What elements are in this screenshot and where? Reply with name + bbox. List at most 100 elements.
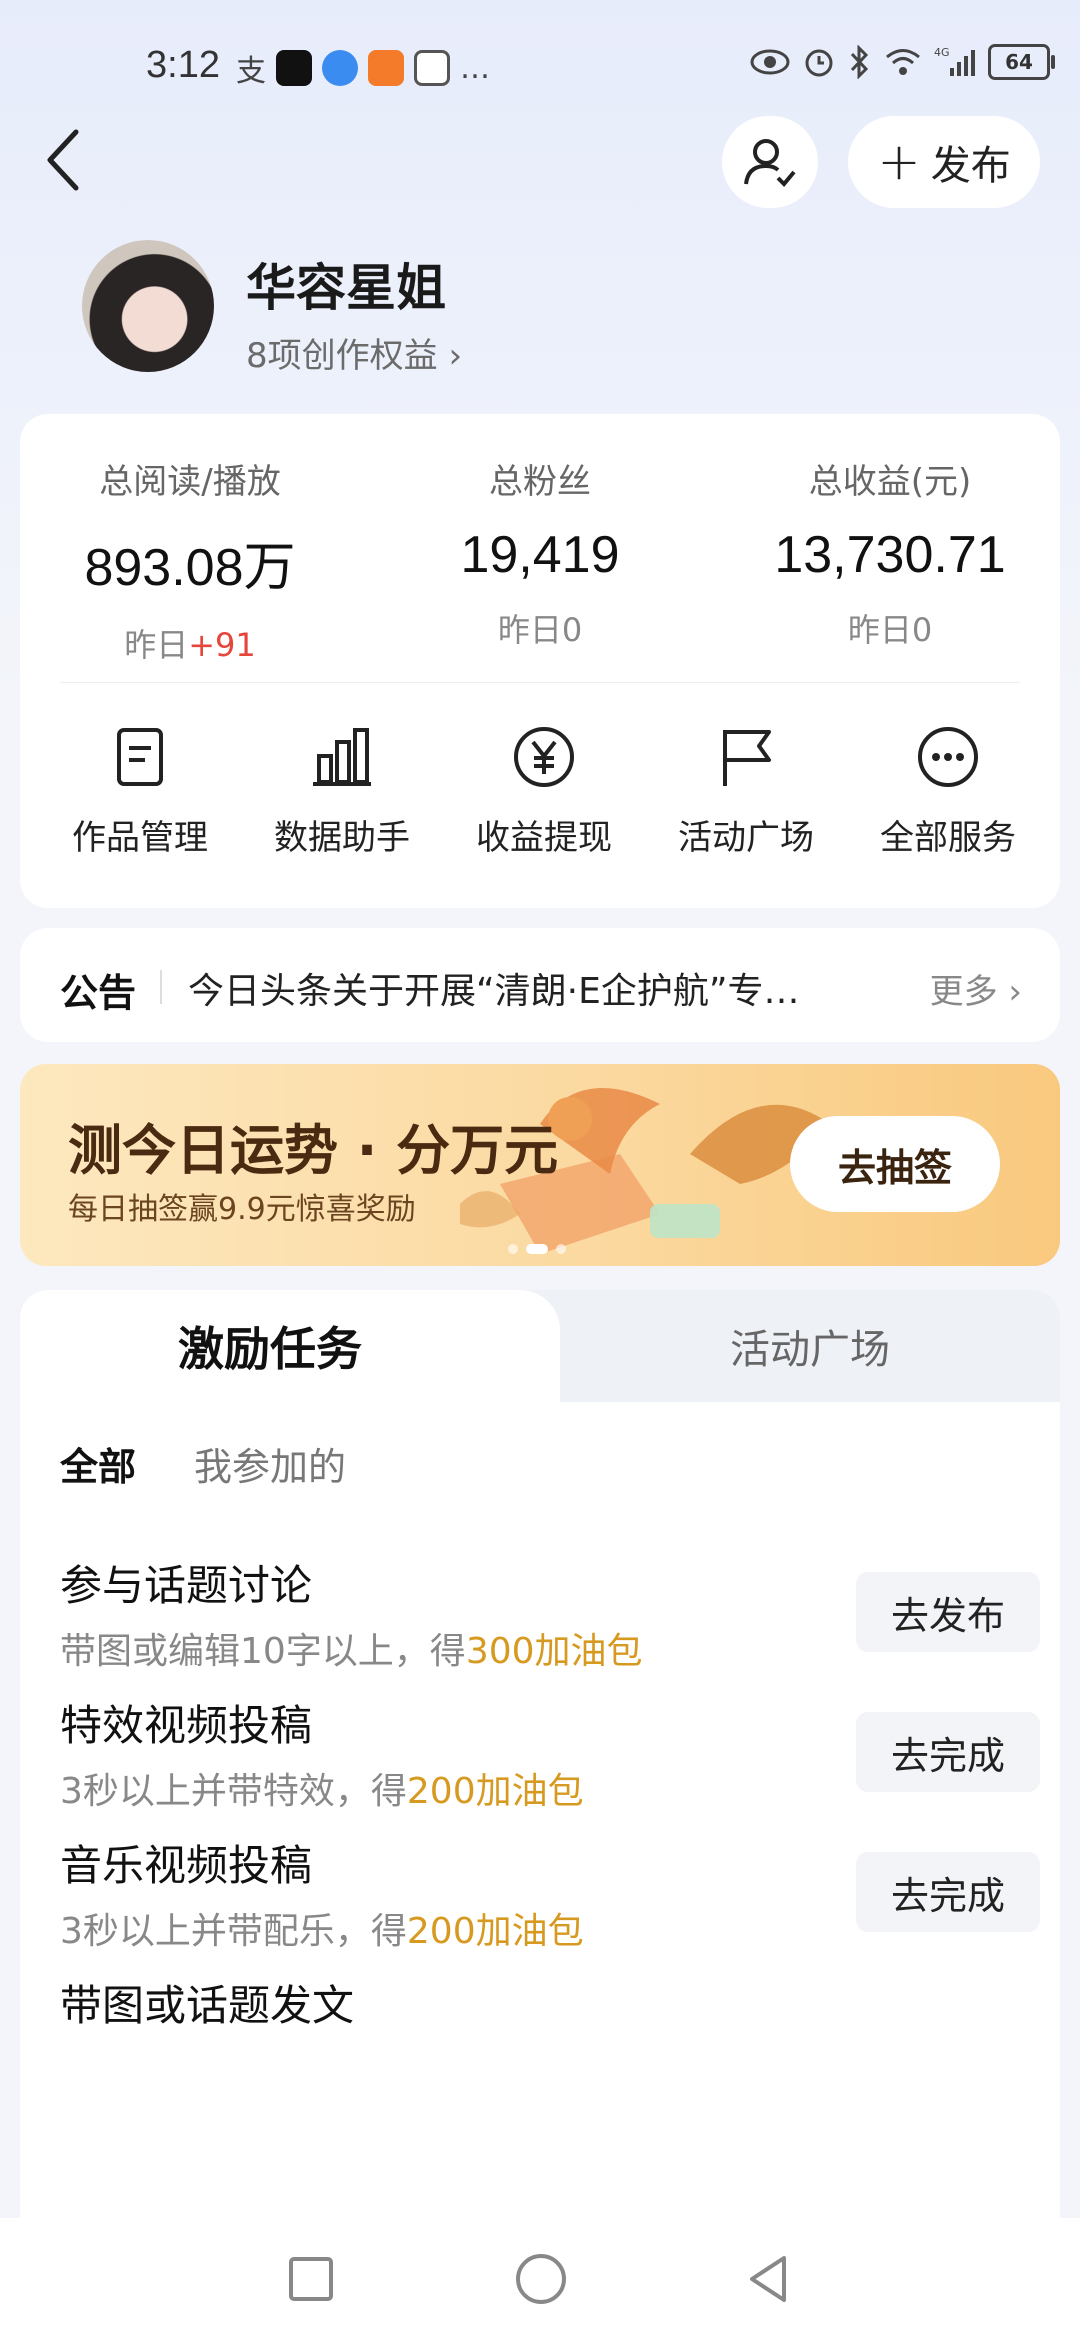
service-label: 数据助手 (274, 818, 410, 858)
hand-icon (414, 50, 450, 86)
alarm-icon (805, 49, 833, 77)
service-works-management[interactable]: 作品管理 (40, 722, 240, 859)
square-icon (289, 2257, 333, 2301)
signal-icon: 4G (934, 46, 975, 76)
service-income-withdraw[interactable]: 收益提现 (444, 722, 644, 859)
banner-title: 测今日运势 · 分万元 (68, 1119, 559, 1182)
service-all-services[interactable]: 全部服务 (848, 722, 1048, 859)
task-desc: 3秒以上并带配乐，得200加油包 (60, 1902, 584, 1954)
task-title: 音乐视频投稿 (60, 1841, 313, 1890)
service-data-assistant[interactable]: 数据助手 (242, 722, 442, 859)
task-desc-text: 3秒以上并带配乐，得 (60, 1911, 407, 1952)
draw-lot-button[interactable]: 去抽签 (790, 1116, 1000, 1212)
stat-total-income[interactable]: 总收益(元) 13,730.71 昨日0 (720, 454, 1060, 651)
notice-bar[interactable]: 公告 今日头条关于开展“清朗·E企护航”专… 更多 › (20, 928, 1060, 1042)
creator-rights-link[interactable]: 8项创作权益 › (246, 328, 462, 377)
task-action-button[interactable]: 去完成 (856, 1852, 1040, 1932)
stat-total-reads[interactable]: 总阅读/播放 893.08万 昨日+91 (20, 454, 360, 666)
battery-indicator: 64 (988, 44, 1055, 80)
fortune-banner[interactable]: 测今日运势 · 分万元 每日抽签赢9.9元惊喜奖励 去抽签 (20, 1064, 1060, 1266)
back-nav-button[interactable] (734, 2244, 804, 2314)
browser-icon (322, 50, 358, 86)
task-action-button[interactable]: 去完成 (856, 1712, 1040, 1792)
task-item: 参与话题讨论 带图或编辑10字以上，得300加油包 去发布 (60, 1552, 1040, 1692)
carousel-dot (508, 1244, 518, 1254)
tab-activity-plaza[interactable]: 活动广场 (560, 1290, 1060, 1402)
eye-icon (750, 49, 790, 75)
service-activity-plaza[interactable]: 活动广场 (646, 722, 846, 859)
notice-tag: 公告 (60, 971, 137, 1015)
back-button[interactable] (36, 120, 96, 200)
divider (60, 682, 1020, 683)
service-label: 收益提现 (476, 818, 612, 858)
publish-button[interactable]: + 发布 (848, 116, 1040, 208)
carousel-indicator (508, 1244, 566, 1254)
bar-chart-icon (313, 728, 371, 786)
svg-text:4G: 4G (934, 46, 950, 59)
back-arrow-icon (47, 129, 79, 191)
alipay-icon: 支 (236, 54, 266, 89)
service-label: 全部服务 (880, 818, 1016, 858)
filter-joined[interactable]: 我参加的 (194, 1436, 346, 1491)
stat-yesterday-prefix: 昨日 (124, 626, 189, 664)
task-desc-text: 带图或编辑10字以上，得 (60, 1631, 466, 1672)
notice-more-link[interactable]: 更多 › (930, 964, 1022, 1013)
avatar[interactable] (82, 240, 214, 372)
more-notifications-icon: … (460, 50, 490, 86)
stat-label: 总阅读/播放 (99, 462, 281, 502)
publish-label: 发布 (930, 143, 1011, 189)
user-settings-button[interactable] (722, 116, 818, 208)
task-item: 特效视频投稿 3秒以上并带特效，得200加油包 去完成 (60, 1692, 1040, 1832)
service-label: 作品管理 (72, 818, 208, 858)
stats-card: 总阅读/播放 893.08万 昨日+91 总粉丝 19,419 昨日0 总收益(… (20, 414, 1060, 908)
tab-incentive-tasks[interactable]: 激励任务 (20, 1290, 560, 1402)
stat-yesterday-value: 0 (561, 611, 583, 649)
stat-label: 总收益(元) (808, 462, 972, 502)
task-reward: 200加油包 (406, 1911, 584, 1952)
task-item: 音乐视频投稿 3秒以上并带配乐，得200加油包 去完成 (60, 1832, 1040, 1972)
bluetooth-icon (850, 45, 869, 79)
triangle-back-icon (750, 2256, 786, 2302)
status-system-icons: 4G 64 (750, 44, 1055, 80)
status-bar: 3:12 支 … 4G 64 (0, 36, 1080, 96)
yen-icon (514, 727, 574, 787)
stat-yesterday: 昨日0 (370, 605, 710, 651)
stat-yesterday-value: 0 (911, 611, 933, 649)
filter-all[interactable]: 全部 (60, 1436, 136, 1491)
service-label: 活动广场 (678, 818, 814, 858)
divider (160, 970, 162, 1004)
task-tabs: 激励任务 活动广场 (20, 1290, 1060, 1402)
task-desc-text: 3秒以上并带特效，得 (60, 1771, 407, 1812)
circle-icon (516, 2254, 566, 2304)
notice-text[interactable]: 今日头条关于开展“清朗·E企护航”专… (188, 962, 908, 1014)
stat-yesterday: 昨日0 (720, 605, 1060, 651)
flag-icon (723, 730, 771, 786)
more-icon (918, 727, 978, 787)
document-icon (117, 728, 163, 786)
task-reward: 200加油包 (406, 1771, 584, 1812)
stat-yesterday-value: +91 (188, 626, 256, 664)
carousel-dot (556, 1244, 566, 1254)
page: 3:12 支 … 4G 64 + 发布 华容星姐 8项创作权益 › 总阅读/播放… (0, 0, 1080, 2340)
stat-total-fans[interactable]: 总粉丝 19,419 昨日0 (370, 454, 710, 651)
task-desc: 带图或编辑10字以上，得300加油包 (60, 1622, 643, 1674)
stat-yesterday: 昨日+91 (20, 620, 360, 666)
task-action-button[interactable]: 去发布 (856, 1572, 1040, 1652)
carousel-dot-active (526, 1244, 548, 1254)
task-reward: 300加油包 (465, 1631, 643, 1672)
user-check-icon (744, 139, 796, 187)
stat-label: 总粉丝 (489, 462, 591, 502)
task-title: 参与话题讨论 (60, 1561, 313, 1610)
profile-name: 华容星姐 (246, 259, 446, 317)
capcut-icon (276, 50, 312, 86)
task-desc: 3秒以上并带特效，得200加油包 (60, 1762, 584, 1814)
stat-yesterday-prefix: 昨日 (497, 611, 562, 649)
stat-yesterday-prefix: 昨日 (847, 611, 912, 649)
recent-apps-button[interactable] (276, 2244, 346, 2314)
home-button[interactable] (506, 2244, 576, 2314)
video-app-icon (368, 50, 404, 86)
system-nav-bar (0, 2218, 1080, 2340)
plus-icon: + (877, 132, 921, 192)
stat-value: 13,730.71 (774, 526, 1006, 584)
task-item: 带图或话题发文 (60, 1972, 1040, 2112)
